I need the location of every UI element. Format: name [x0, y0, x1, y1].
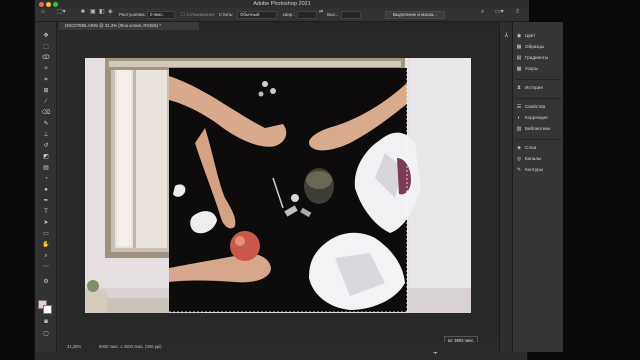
antialias-checkbox[interactable]: ☐ Сглаживание — [181, 11, 215, 19]
properties-collapsed-icon[interactable]: ⅄ — [502, 32, 511, 41]
type-tool-icon[interactable]: T — [39, 208, 53, 217]
document-photo[interactable] — [85, 58, 471, 313]
panel-divider — [516, 98, 561, 99]
feather-input[interactable]: 0 пикс. — [147, 11, 175, 19]
tools-panel: ✥ ⬚ ↀ ✧ ⌗ ⊠ ⁄ ⌫ ✎ ⊥ ↺ ◩ ▤ ◔ ● ✒ T ➤ ▭ ✋ … — [35, 22, 57, 352]
channels-icon: ◎ — [516, 156, 522, 162]
history-brush-tool-icon[interactable]: ↺ — [39, 142, 53, 151]
document-tab[interactable]: DSC07855.ARW @ 31,3% (Фон копия, RGB/8) … — [59, 22, 199, 30]
screen-mode-icon[interactable]: ▢ — [39, 330, 53, 339]
crop-tool-icon[interactable]: ⌗ — [39, 76, 53, 85]
layers-icon: ◈ — [517, 145, 521, 151]
lasso-tool-icon[interactable]: ↀ — [39, 54, 53, 63]
panel-divider — [516, 139, 561, 140]
status-bar: 31,28% 6000 пикс. x 4000 пикс. (300 ppi) — [59, 342, 499, 352]
clone-stamp-tool-icon[interactable]: ⊥ — [39, 131, 53, 140]
panel-divider — [516, 79, 561, 80]
add-selection-icon[interactable]: ▣ — [90, 8, 96, 16]
panel-dock: ◉ Цвет ▦ Образцы ▤ Градиенты ▩ Узоры ⧗ Истори… — [512, 22, 563, 352]
share-icon[interactable]: ⇧ — [515, 8, 520, 16]
search-icon[interactable]: ⌕ — [481, 8, 484, 16]
swap-icon[interactable]: ⇄ — [319, 8, 323, 16]
canvas-area[interactable]: Ш: 3803 пикс. В: 3845 пикс. + — [59, 30, 499, 357]
healing-brush-tool-icon[interactable]: ⌫ — [39, 109, 53, 118]
frame-tool-icon[interactable]: ⊠ — [39, 87, 53, 96]
dodge-tool-icon[interactable]: ● — [39, 186, 53, 195]
background-color-swatch[interactable] — [43, 305, 52, 314]
panel-item-properties[interactable]: ☰ Свойства — [516, 103, 562, 111]
style-label: Стиль: — [219, 12, 234, 17]
color-icon: ◉ — [516, 33, 522, 39]
move-tool-icon[interactable]: ✥ — [39, 32, 53, 41]
gradients-icon: ▤ — [516, 55, 522, 61]
style-value: Обычный — [240, 12, 260, 17]
swatches-icon: ▦ — [516, 44, 522, 50]
width-label: Шир.: — [283, 12, 295, 17]
panel-item-swatches[interactable]: ▦ Образцы — [516, 43, 562, 51]
libraries-icon: ▥ — [516, 126, 522, 132]
height-label: Выс.: — [327, 12, 339, 17]
pen-tool-icon[interactable]: ✒ — [39, 197, 53, 206]
subtract-selection-icon[interactable]: ◧ — [99, 8, 105, 16]
edit-toolbar-icon[interactable]: ⚙ — [39, 278, 53, 287]
history-icon: ⧗ — [517, 85, 521, 91]
home-icon[interactable]: ⌂ — [41, 8, 45, 16]
quick-mask-icon[interactable]: ◙ — [39, 318, 53, 327]
zoom-level[interactable]: 31,28% — [67, 342, 81, 352]
panel-item-gradients[interactable]: ▤ Градиенты — [516, 54, 562, 62]
panel-item-color[interactable]: ◉ Цвет — [516, 32, 562, 40]
screen: Adobe Photoshop 2021 ⌂ ⬚▾ ■ ▣ ◧ ◈ Растуш… — [0, 0, 640, 360]
width-input[interactable] — [297, 11, 317, 19]
panel-item-layers[interactable]: ◈ Слои — [516, 144, 562, 152]
height-input[interactable] — [341, 11, 361, 19]
marquee-tool-icon[interactable]: ⬚ — [39, 43, 53, 52]
document-tab-title: DSC07855.ARW @ 31,3% (Фон копия, RGB/8) … — [65, 23, 161, 28]
gradient-tool-icon[interactable]: ▤ — [39, 164, 53, 173]
panel-item-adjustments[interactable]: ◐ Коррекция — [516, 114, 562, 122]
collapsed-panel-dock: ⅄ — [499, 22, 512, 352]
panel-item-paths[interactable]: ✎ Контуры — [516, 166, 562, 174]
brush-tool-icon[interactable]: ✎ — [39, 120, 53, 129]
app-title: Adobe Photoshop 2021 — [253, 1, 311, 7]
panel-item-history[interactable]: ⧗ История — [516, 84, 562, 92]
feather-label: Растушевка: — [119, 12, 146, 17]
title-bar: Adobe Photoshop 2021 — [35, 0, 529, 8]
blur-tool-icon[interactable]: ◔ — [39, 175, 53, 184]
feather-value: 0 пикс. — [150, 12, 164, 17]
zoom-tool-icon[interactable]: ⌕ — [39, 252, 53, 261]
panel-item-patterns[interactable]: ▩ Узоры — [516, 65, 562, 73]
paths-icon: ✎ — [516, 167, 522, 173]
select-and-mask-button[interactable]: Выделение и маска... — [385, 11, 445, 19]
new-selection-icon[interactable]: ■ — [81, 8, 85, 16]
magic-wand-tool-icon[interactable]: ✧ — [39, 65, 53, 74]
path-selection-tool-icon[interactable]: ➤ — [39, 219, 53, 228]
properties-icon: ☰ — [516, 104, 522, 110]
adjustments-icon: ◐ — [517, 115, 521, 121]
panel-item-libraries[interactable]: ▥ Библиотеки — [516, 125, 562, 133]
eraser-tool-icon[interactable]: ◩ — [39, 153, 53, 162]
photoshop-window: Adobe Photoshop 2021 ⌂ ⬚▾ ■ ▣ ◧ ◈ Растуш… — [34, 0, 563, 360]
panel-item-channels[interactable]: ◎ Каналы — [516, 155, 562, 163]
more-tools-icon[interactable]: ⋯ — [39, 263, 53, 272]
workspace-icon[interactable]: ▭▾ — [495, 8, 504, 16]
patterns-icon: ▩ — [516, 66, 522, 72]
intersect-selection-icon[interactable]: ◈ — [108, 8, 113, 16]
document-info[interactable]: 6000 пикс. x 4000 пикс. (300 ppi) — [99, 342, 162, 352]
style-select[interactable]: Обычный — [237, 11, 277, 19]
antialias-label: Сглаживание — [186, 12, 215, 17]
marquee-preset-icon[interactable]: ⬚▾ — [57, 8, 66, 16]
eyedropper-tool-icon[interactable]: ⁄ — [39, 98, 53, 107]
options-bar: ⌂ ⬚▾ ■ ▣ ◧ ◈ Растушевка: 0 пикс. ☐ Сглаж… — [35, 8, 529, 22]
hand-tool-icon[interactable]: ✋ — [39, 241, 53, 250]
rectangle-tool-icon[interactable]: ▭ — [39, 230, 53, 239]
